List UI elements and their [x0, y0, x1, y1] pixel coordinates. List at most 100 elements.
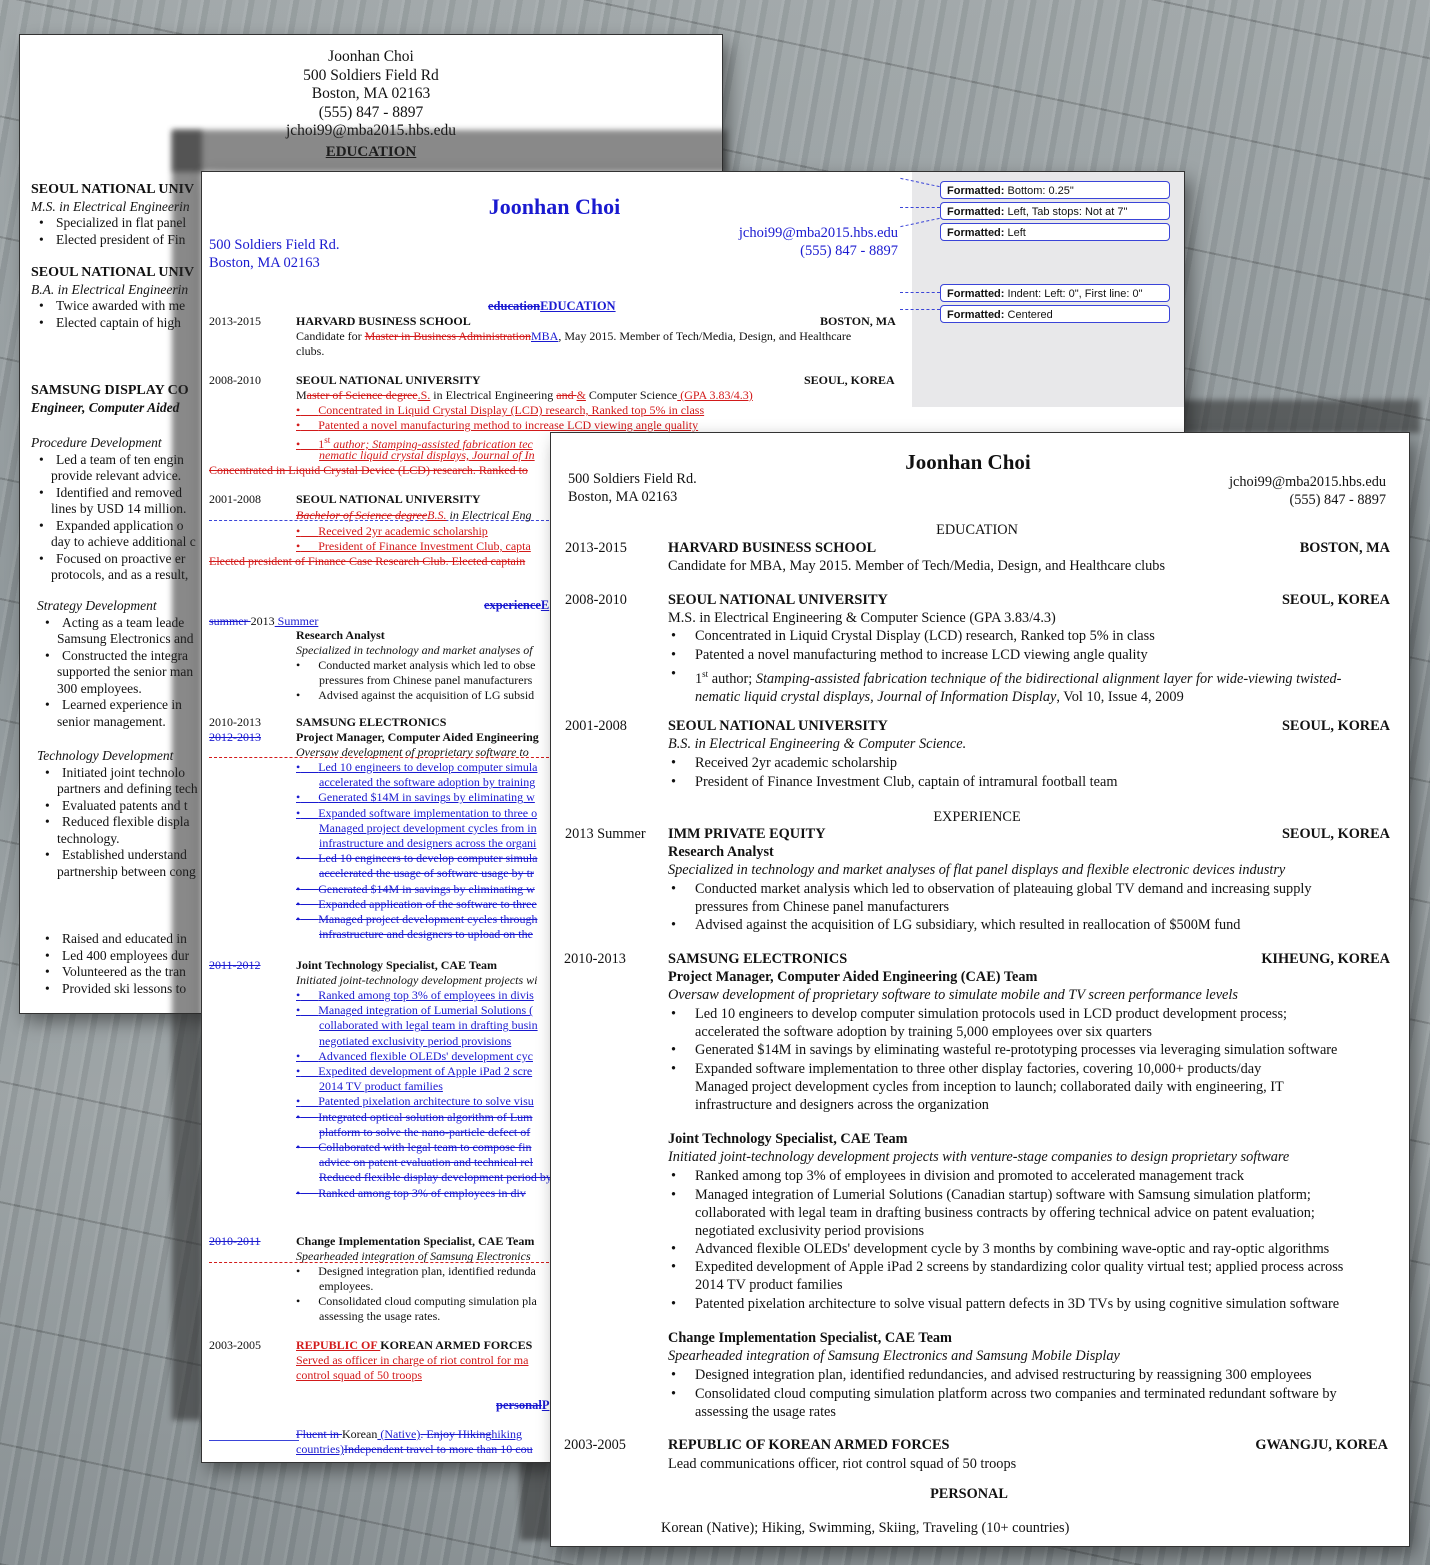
resume-name: Joonhan Choi	[488, 194, 621, 219]
deleted-line: Concentrated in Liquid Crystal Device (L…	[209, 463, 528, 477]
tracked-text: Ranked among top 3% of employees in divi…	[318, 988, 534, 1002]
tracked-line: • Managed integration of Lumerial Soluti…	[296, 1003, 533, 1018]
years: 2001-2008	[565, 718, 627, 734]
tracked-line: Reduced flexible display development per…	[319, 1170, 552, 1185]
page-shadow	[172, 130, 727, 172]
section-heading-experience: EXPERIENCE	[933, 809, 1021, 825]
bullet: •	[296, 912, 301, 926]
tracked-line: • Integrated optical solution algorithm …	[296, 1110, 533, 1125]
resume-page-final: Joonhan Choi 500 Soldiers Field Rd. Bost…	[551, 433, 1409, 1546]
phone: (555) 847 - 8897	[1289, 492, 1387, 508]
location: SEOUL, KOREA	[804, 373, 895, 387]
bullet: •	[296, 1048, 301, 1063]
formatting-balloon[interactable]: Formatted: Left	[940, 223, 1170, 241]
formatting-balloon[interactable]: Formatted: Centered	[940, 305, 1170, 323]
list-item: • Managed integration of Lumerial Solutio…	[671, 1187, 1315, 1239]
tracked-text: Led 10 engineers to develop computer sim…	[318, 851, 538, 866]
list-item: • Consolidated cloud computing simulatio…	[296, 1294, 537, 1308]
tracked-text: advice on patent evaluation and technica…	[319, 1155, 533, 1170]
school-name: SEOUL NATIONAL UNIVERSITY	[296, 373, 481, 387]
list-item: • Designed integration plan, identified …	[296, 1264, 536, 1278]
tracked-text: Led 10 engineers to develop computer sim…	[318, 760, 538, 774]
tracked-line: • Expanded application of the software t…	[296, 897, 537, 912]
tracked-line: infrastructure and designers across the …	[319, 836, 536, 851]
balloon-connector	[900, 292, 940, 293]
role: Change Implementation Specialist, CAE Te…	[668, 1330, 952, 1346]
list-item: • Concentrated in Liquid Crystal Display…	[296, 403, 705, 417]
company-name: SAMSUNG ELECTRONICS	[296, 715, 447, 729]
years: 2008-2010	[209, 373, 261, 387]
list-item: • Led 10 engineers to develop computer si…	[671, 1006, 1287, 1040]
tracked-text: 2014 TV product families	[319, 1079, 443, 1094]
years: summer 2013 Summer	[209, 614, 319, 628]
bullet: •	[296, 1109, 301, 1124]
contact-header: Joonhan Choi 500 Soldiers Field Rd Bosto…	[286, 48, 456, 139]
bullet: •	[296, 1185, 301, 1200]
tracked-line: • Expanded software implementation to th…	[296, 806, 537, 821]
address-line: 500 Soldiers Field Rd.	[568, 471, 697, 487]
tracked-text: accelerated the usage of software usage …	[319, 866, 534, 881]
personal-line: countries)Independent travel to more tha…	[296, 1442, 533, 1456]
email[interactable]: jchoi99@mba2015.hbs.edu	[1229, 473, 1386, 491]
change-marker	[209, 1262, 549, 1263]
personal-line: Fluent in Korean (Native). Enjoy Hikingh…	[296, 1427, 523, 1441]
formatting-balloon[interactable]: Formatted: Bottom: 0.25"	[940, 181, 1170, 199]
years-deleted: 2010-2011	[209, 1234, 261, 1248]
list-item: • Expedited development of Apple iPad 2 s…	[671, 1259, 1344, 1293]
bullet: •	[296, 881, 301, 896]
school-name: HARVARD BUSINESS SCHOOL	[296, 314, 471, 328]
list-item: • Conducted market analysis which led to …	[671, 881, 1312, 915]
section-heading-education: EDUCATION	[936, 522, 1018, 538]
years-deleted: 2012-2013	[209, 730, 261, 744]
formatting-balloon[interactable]: Formatted: Indent: Left: 0", First line:…	[940, 284, 1170, 302]
role-desc: Specialized in technology and market ana…	[296, 643, 533, 657]
role: Change Implementation Specialist, CAE Te…	[296, 1234, 535, 1248]
list-item: • President of Finance Investment Club, c…	[671, 774, 1118, 790]
tracked-text: Managed project development cycles throu…	[318, 912, 538, 926]
years: 2003-2005	[209, 1338, 261, 1352]
bullet: •	[296, 988, 301, 1002]
years: 2010-2013	[564, 951, 626, 967]
role: Joint Technology Specialist, CAE Team	[668, 1131, 908, 1147]
tracked-line: • Ranked among top 3% of employees in di…	[296, 1186, 526, 1201]
years: 2008-2010	[565, 592, 627, 608]
tracked-text: infrastructure and designers to upload o…	[319, 927, 533, 942]
company-name: REPUBLIC OF KOREAN ARMED FORCES	[668, 1437, 950, 1453]
tracked-text: Integrated optical solution algorithm of…	[318, 1109, 533, 1124]
section-heading-personal: personalP	[496, 1398, 550, 1412]
bullet: •	[296, 1140, 301, 1154]
role-desc: Initiated joint-technology development p…	[668, 1149, 1290, 1165]
page-shadow	[172, 130, 202, 1420]
tracked-line: • Managed project development cycles thr…	[296, 912, 537, 927]
list-item-cont: employees.	[319, 1279, 374, 1293]
tracked-text: accelerated the software adoption by tra…	[319, 775, 536, 790]
section-heading-experience: experienceE	[484, 598, 550, 612]
years: 2001-2008	[209, 492, 261, 506]
hbs-detail: Candidate for Master in Business Adminis…	[296, 329, 852, 343]
balloon-connector	[900, 207, 940, 208]
tracked-line: • Led 10 engineers to develop computer s…	[296, 760, 537, 775]
tracked-text: Patented pixelation architecture to solv…	[318, 1094, 534, 1109]
tracked-line: infrastructure and designers to upload o…	[319, 927, 533, 942]
tracked-line: • Expedited development of Apple iPad 2 …	[296, 1064, 532, 1079]
years: 2013 Summer	[565, 826, 646, 842]
company-name: SAMSUNG ELECTRONICS	[668, 951, 848, 967]
address-line: Boston, MA 02163	[568, 489, 678, 505]
inserted-line: control squad of 50 troops	[296, 1368, 422, 1382]
school-name: HARVARD BUSINESS SCHOOL	[668, 540, 877, 556]
role-desc: Oversaw development of proprietary softw…	[668, 987, 1238, 1003]
tracked-line: platform to solve the nano-particle defe…	[319, 1125, 530, 1140]
formatting-balloon[interactable]: Formatted: Left, Tab stops: Not at 7"	[940, 202, 1170, 220]
tracked-line: accelerated the usage of software usage …	[319, 866, 534, 881]
bullet: •	[296, 1064, 301, 1078]
tracked-text: Ranked among top 3% of employees in div	[318, 1185, 526, 1200]
tracked-text: Generated $14M in savings by eliminating…	[318, 881, 535, 896]
tracked-text: Managed project development cycles from …	[319, 820, 537, 835]
change-marker	[209, 757, 549, 758]
tracked-text: Generated $14M in savings by eliminating…	[318, 790, 535, 805]
detail: Candidate for MBA, May 2015. Member of T…	[668, 558, 1166, 574]
school-name: SEOUL NATIONAL UNIVERSITY	[296, 492, 481, 506]
bullet: •	[296, 1003, 301, 1018]
deleted-line: Elected president of Finance Case Resear…	[209, 554, 526, 568]
list-item: • Expanded software implementation to thr…	[671, 1061, 1284, 1113]
